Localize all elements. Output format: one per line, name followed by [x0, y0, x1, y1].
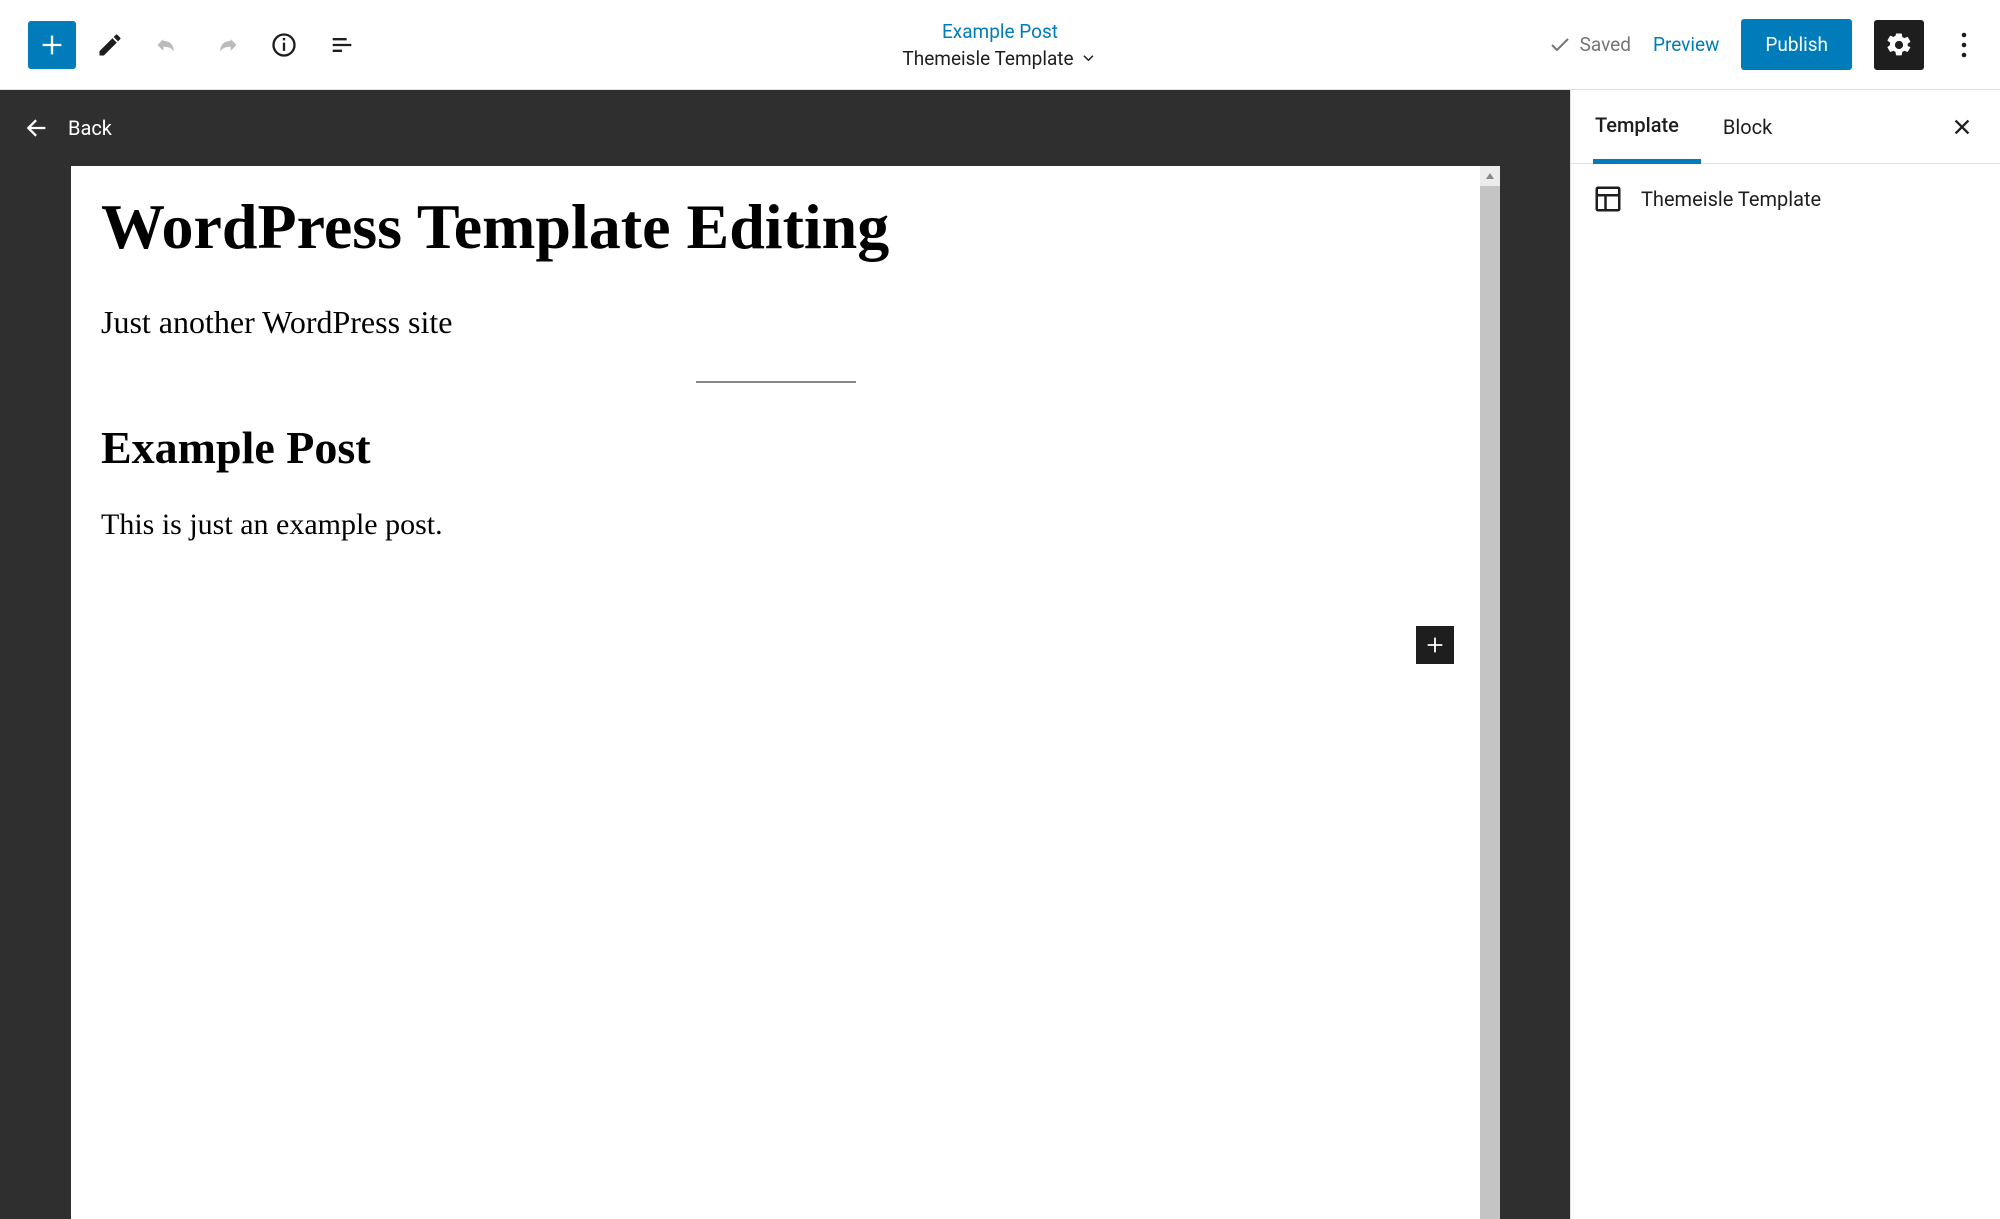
details-button[interactable] — [260, 21, 308, 69]
header-left — [28, 21, 376, 69]
separator[interactable] — [696, 381, 856, 383]
header-right: Saved Preview Publish — [1548, 19, 1982, 70]
template-dropdown[interactable]: Themeisle Template — [902, 47, 1097, 70]
undo-icon — [154, 31, 182, 59]
gear-icon — [1885, 31, 1913, 59]
post-body[interactable]: This is just an example post. — [101, 508, 1450, 542]
redo-icon — [212, 31, 240, 59]
list-view-button[interactable] — [318, 21, 366, 69]
chevron-down-icon — [1080, 49, 1098, 67]
publish-button[interactable]: Publish — [1741, 19, 1852, 70]
tab-template[interactable]: Template — [1593, 91, 1701, 164]
sidebar-tabs: Template Block — [1571, 90, 2000, 164]
template-item-label: Themeisle Template — [1641, 187, 1821, 211]
site-tagline[interactable]: Just another WordPress site — [101, 304, 1450, 341]
sidebar-body: Themeisle Template — [1571, 164, 2000, 234]
editor-canvas[interactable]: WordPress Template Editing Just another … — [71, 166, 1480, 1219]
dots-vertical-icon — [1961, 31, 1967, 59]
settings-sidebar: Template Block Themeisle Template — [1570, 90, 2000, 1219]
settings-button[interactable] — [1874, 20, 1924, 70]
layout-icon — [1593, 184, 1623, 214]
scroll-up-arrow[interactable] — [1480, 166, 1500, 186]
pencil-icon — [96, 31, 124, 59]
editor-wrapper: Back WordPress Template Editing Just ano… — [0, 90, 1570, 1219]
check-icon — [1548, 33, 1572, 57]
tools-button[interactable] — [86, 21, 134, 69]
saved-label: Saved — [1580, 33, 1631, 56]
main-area: Back WordPress Template Editing Just ano… — [0, 90, 2000, 1219]
scroll-thumb[interactable] — [1480, 186, 1500, 1219]
preview-button[interactable]: Preview — [1653, 33, 1719, 56]
list-view-icon — [328, 31, 356, 59]
canvas-container: WordPress Template Editing Just another … — [71, 166, 1500, 1219]
triangle-up-icon — [1485, 171, 1495, 181]
redo-button[interactable] — [202, 21, 250, 69]
saved-indicator: Saved — [1548, 33, 1631, 57]
close-sidebar-button[interactable] — [1946, 111, 1978, 143]
add-block-inline-button[interactable] — [1416, 626, 1454, 664]
top-header: Example Post Themeisle Template Saved Pr… — [0, 0, 2000, 90]
site-title[interactable]: WordPress Template Editing — [101, 190, 1450, 264]
tab-block[interactable]: Block — [1701, 90, 1794, 163]
document-header: Example Post Themeisle Template — [902, 20, 1097, 70]
document-title-link[interactable]: Example Post — [942, 20, 1058, 43]
arrow-left-icon — [22, 114, 50, 142]
template-name-label: Themeisle Template — [902, 47, 1073, 70]
canvas-scrollbar[interactable] — [1480, 166, 1500, 1219]
back-button[interactable]: Back — [0, 90, 1570, 166]
undo-button[interactable] — [144, 21, 192, 69]
post-title[interactable]: Example Post — [101, 421, 1450, 474]
more-options-button[interactable] — [1946, 21, 1982, 69]
template-item[interactable]: Themeisle Template — [1593, 184, 1978, 214]
add-block-toolbar-button[interactable] — [28, 21, 76, 69]
plus-icon — [1424, 634, 1446, 656]
info-icon — [270, 31, 298, 59]
close-icon — [1951, 116, 1973, 138]
back-label: Back — [68, 116, 112, 140]
plus-icon — [38, 31, 66, 59]
